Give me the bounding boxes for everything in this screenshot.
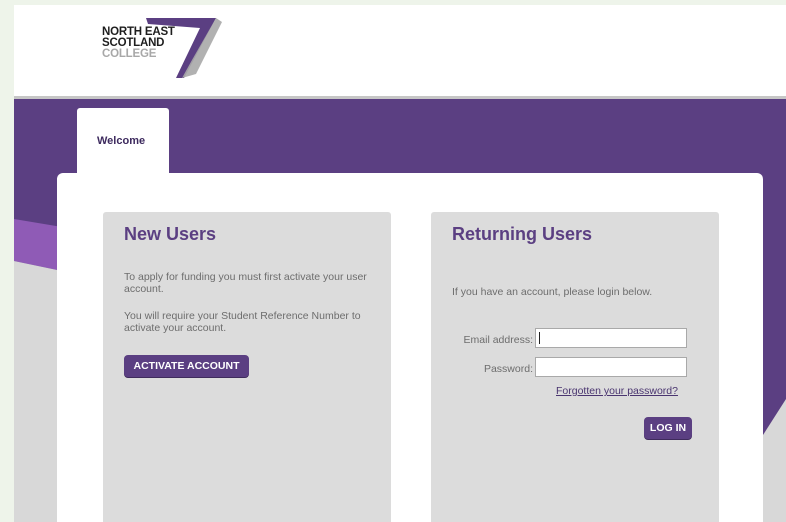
returning-users-title: Returning Users (452, 224, 593, 244)
text-cursor (539, 332, 540, 344)
password-field[interactable] (535, 357, 687, 377)
new-users-text-2: You will require your Student Reference … (124, 310, 361, 334)
tab-welcome-label: Welcome (97, 135, 146, 147)
logo-line-3: COLLEGE (102, 48, 157, 60)
forgot-password-link[interactable]: Forgotten your password? (556, 385, 678, 397)
new-users-title: New Users (124, 224, 217, 244)
page-frame: NORTH EAST SCOTLAND COLLEGE Welcome New … (14, 5, 786, 522)
returning-users-panel: Returning Users If you have an account, … (431, 212, 719, 522)
login-button[interactable]: LOG IN (644, 417, 692, 439)
password-label: Password: (483, 363, 533, 375)
new-users-panel: New Users To apply for funding you must … (103, 212, 391, 522)
tab-welcome[interactable]: Welcome (77, 108, 169, 178)
logo-wordmark: NORTH EAST SCOTLAND COLLEGE (102, 26, 175, 60)
email-label: Email address: (463, 334, 533, 346)
activate-account-button[interactable]: ACTIVATE ACCOUNT (124, 355, 249, 377)
site-header: NORTH EAST SCOTLAND COLLEGE (14, 5, 786, 96)
returning-users-intro: If you have an account, please login bel… (452, 286, 653, 298)
new-users-text-1: To apply for funding you must first acti… (124, 271, 367, 295)
email-field[interactable] (535, 328, 687, 348)
main-content: New Users To apply for funding you must … (57, 173, 763, 522)
